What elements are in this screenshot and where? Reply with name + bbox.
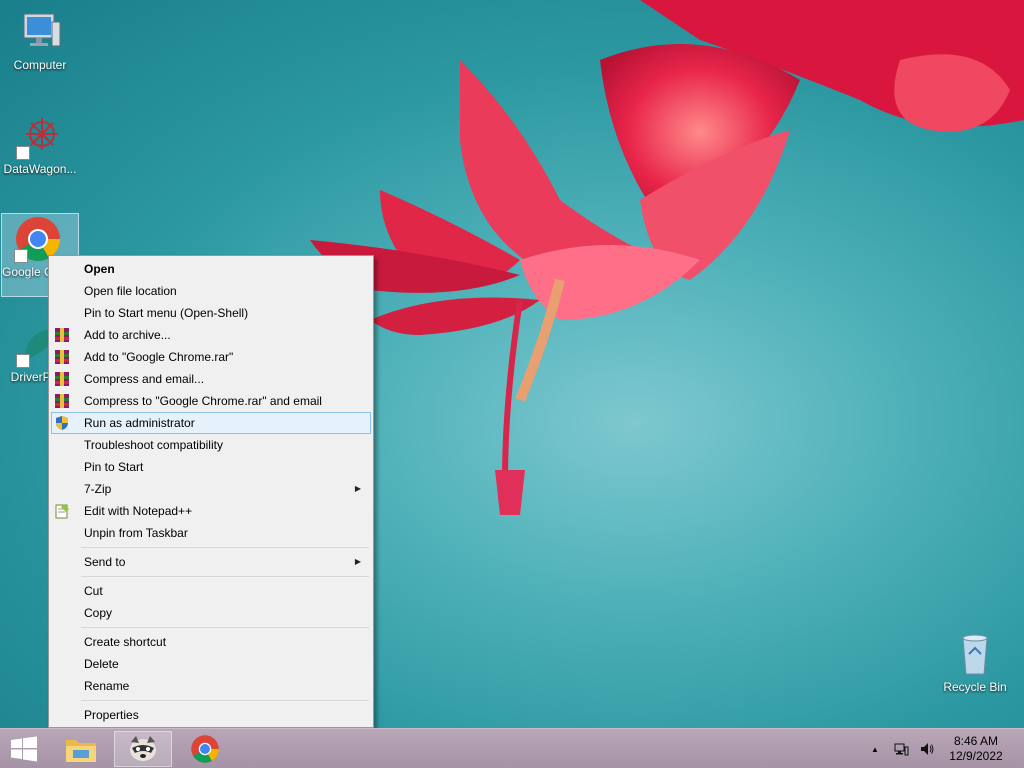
menu-item-label: Add to archive... bbox=[84, 328, 171, 342]
menu-item-open-file-location[interactable]: Open file location bbox=[51, 280, 371, 302]
datawagon-icon bbox=[16, 112, 64, 160]
menu-item-label: Edit with Notepad++ bbox=[84, 504, 193, 518]
menu-item-cut[interactable]: Cut bbox=[51, 580, 371, 602]
menu-item-rename[interactable]: Rename bbox=[51, 675, 371, 697]
menu-item-unpin-from-taskbar[interactable]: Unpin from Taskbar bbox=[51, 522, 371, 544]
menu-item-pin-to-start[interactable]: Pin to Start bbox=[51, 456, 371, 478]
windows-logo-icon bbox=[11, 736, 37, 762]
menu-item-label: Run as administrator bbox=[84, 416, 195, 430]
submenu-arrow-icon: ▶ bbox=[354, 557, 361, 566]
menu-separator bbox=[51, 573, 371, 580]
raccoon-app-icon bbox=[130, 736, 156, 761]
menu-separator bbox=[51, 697, 371, 704]
volume-icon[interactable] bbox=[917, 739, 937, 759]
menu-item-run-as-administrator[interactable]: Run as administrator bbox=[51, 412, 371, 434]
chrome-icon bbox=[191, 735, 219, 763]
menu-item-add-to-archive[interactable]: Add to archive... bbox=[51, 324, 371, 346]
winrar-icon bbox=[54, 371, 70, 387]
desktop-icon-computer[interactable]: Computer bbox=[1, 8, 79, 72]
menu-item-pin-to-start-menu[interactable]: Pin to Start menu (Open-Shell) bbox=[51, 302, 371, 324]
taskbar-file-explorer[interactable] bbox=[52, 731, 110, 767]
winrar-icon bbox=[54, 349, 70, 365]
winrar-icon bbox=[54, 393, 70, 409]
tray-expand-icon[interactable]: ▲ bbox=[865, 739, 885, 759]
clock[interactable]: 8:46 AM 12/9/2022 bbox=[940, 734, 1012, 764]
menu-item-label: Add to "Google Chrome.rar" bbox=[84, 350, 234, 364]
menu-item-properties[interactable]: Properties bbox=[51, 704, 371, 726]
submenu-arrow-icon: ▶ bbox=[354, 484, 361, 493]
menu-item-compress-rar-and-email[interactable]: Compress to "Google Chrome.rar" and emai… bbox=[51, 390, 371, 412]
menu-item-open[interactable]: Open bbox=[51, 258, 371, 280]
menu-item-copy[interactable]: Copy bbox=[51, 602, 371, 624]
taskbar: ▲ 8:46 AM 12/9/2022 bbox=[0, 728, 1024, 768]
network-icon[interactable] bbox=[891, 739, 911, 759]
winrar-icon bbox=[54, 327, 70, 343]
clock-date: 12/9/2022 bbox=[949, 749, 1003, 763]
menu-item-delete[interactable]: Delete bbox=[51, 653, 371, 675]
system-tray: ▲ 8:46 AM 12/9/2022 bbox=[862, 729, 1024, 768]
desktop-icon-recycle-bin[interactable]: Recycle Bin bbox=[936, 630, 1014, 694]
folder-icon bbox=[66, 740, 96, 762]
context-menu: Open Open file location Pin to Start men… bbox=[48, 255, 374, 728]
clock-time: 8:46 AM bbox=[953, 734, 999, 748]
desktop-icon-label: Computer bbox=[13, 58, 67, 72]
desktop-icon-label: Recycle Bin bbox=[943, 680, 1007, 694]
shortcut-arrow-icon bbox=[14, 249, 28, 263]
computer-icon bbox=[16, 8, 64, 56]
recycle-bin-icon bbox=[951, 630, 999, 678]
desktop-icon-datawagon[interactable]: DataWagon... bbox=[1, 112, 79, 176]
desktop-icon-label: DataWagon... bbox=[3, 162, 77, 176]
menu-item-send-to[interactable]: Send to ▶ bbox=[51, 551, 371, 573]
start-button[interactable] bbox=[0, 731, 48, 767]
shortcut-arrow-icon bbox=[16, 146, 30, 160]
menu-item-label: Compress to "Google Chrome.rar" and emai… bbox=[84, 394, 322, 408]
menu-separator bbox=[51, 624, 371, 631]
taskbar-google-chrome[interactable] bbox=[176, 731, 234, 767]
menu-item-label: 7-Zip bbox=[84, 482, 112, 496]
menu-item-7zip[interactable]: 7-Zip ▶ bbox=[51, 478, 371, 500]
uac-shield-icon bbox=[54, 415, 70, 431]
menu-item-compress-and-email[interactable]: Compress and email... bbox=[51, 368, 371, 390]
notepad-plus-plus-icon bbox=[54, 503, 70, 519]
menu-item-label: Send to bbox=[84, 555, 126, 569]
menu-item-troubleshoot-compatibility[interactable]: Troubleshoot compatibility bbox=[51, 434, 371, 456]
menu-item-edit-with-notepad[interactable]: Edit with Notepad++ bbox=[51, 500, 371, 522]
taskbar-app-raccoon[interactable] bbox=[114, 731, 172, 767]
menu-separator bbox=[51, 544, 371, 551]
menu-item-label: Compress and email... bbox=[84, 372, 205, 386]
menu-item-add-to-rar[interactable]: Add to "Google Chrome.rar" bbox=[51, 346, 371, 368]
menu-item-create-shortcut[interactable]: Create shortcut bbox=[51, 631, 371, 653]
shortcut-arrow-icon bbox=[16, 354, 30, 368]
